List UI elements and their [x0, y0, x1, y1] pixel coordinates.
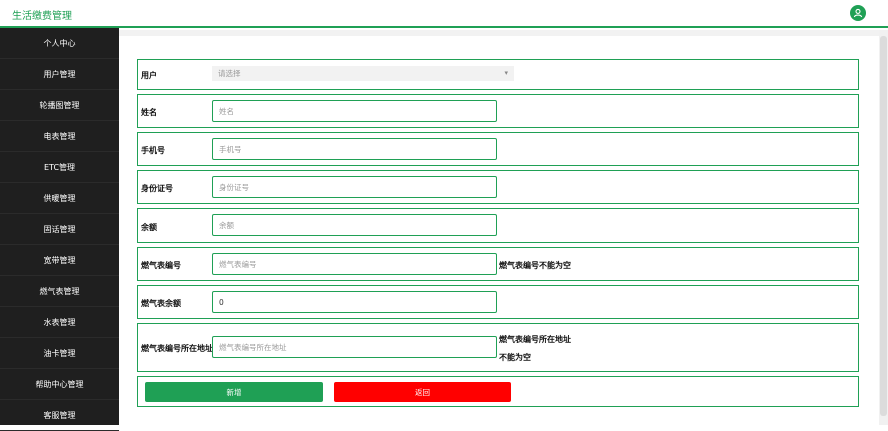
sidebar-item-carousel[interactable]: 轮播图管理 — [0, 90, 119, 121]
user-icon[interactable] — [850, 5, 866, 21]
sidebar-item-water-meter[interactable]: 水表管理 — [0, 307, 119, 338]
form-row-gas-meter-balance: 燃气表余额 — [137, 285, 859, 319]
form-row-gas-meter-address: 燃气表编号所在地址 燃气表编号所在地址 不能为空 — [137, 323, 859, 372]
sidebar-item-customer-service[interactable]: 客服管理 — [0, 400, 119, 431]
idcard-input[interactable] — [212, 176, 497, 198]
sidebar-item-gas-meter[interactable]: 燃气表管理 — [0, 276, 119, 307]
content-top-strip — [119, 30, 879, 36]
sidebar-item-fuel-card[interactable]: 油卡管理 — [0, 338, 119, 369]
idcard-label: 身份证号 — [141, 184, 173, 193]
form-row-phone: 手机号 — [137, 132, 859, 166]
gas-meter-address-label: 燃气表编号所在地址 — [141, 344, 213, 353]
phone-input[interactable] — [212, 138, 497, 160]
form-row-idcard: 身份证号 — [137, 170, 859, 204]
name-label: 姓名 — [141, 108, 157, 117]
sidebar-item-personal-center[interactable]: 个人中心 — [0, 28, 119, 59]
gas-meter-address-error-line2: 不能为空 — [499, 353, 531, 362]
scrollbar-thumb[interactable] — [880, 36, 887, 416]
gas-meter-balance-label: 燃气表余额 — [141, 299, 181, 308]
gas-meter-number-label: 燃气表编号 — [141, 261, 181, 270]
balance-label: 余额 — [141, 223, 157, 232]
form-row-gas-meter-number: 燃气表编号 燃气表编号不能为空 — [137, 247, 859, 281]
sidebar-item-help-center[interactable]: 帮助中心管理 — [0, 369, 119, 400]
gas-meter-number-input[interactable] — [212, 253, 497, 275]
sidebar-item-landline[interactable]: 固话管理 — [0, 214, 119, 245]
gas-meter-address-input[interactable] — [212, 336, 497, 358]
user-select-placeholder: 请选择 — [218, 69, 241, 78]
user-avatar-glyph — [853, 8, 863, 18]
form-row-balance: 余额 — [137, 208, 859, 243]
form-row-actions: 新增 返回 — [137, 376, 859, 407]
app-title: 生活缴费管理 — [12, 11, 72, 22]
user-label: 用户 — [141, 71, 157, 80]
balance-input[interactable] — [212, 214, 497, 236]
back-button[interactable]: 返回 — [334, 382, 511, 402]
name-input[interactable] — [212, 100, 497, 122]
phone-label: 手机号 — [141, 146, 165, 155]
gas-meter-address-error-line1: 燃气表编号所在地址 — [499, 335, 571, 344]
sidebar: 个人中心 用户管理 轮播图管理 电表管理 ETC管理 供暖管理 固话管理 宽带管… — [0, 28, 119, 431]
sidebar-item-heating[interactable]: 供暖管理 — [0, 183, 119, 214]
form-row-name: 姓名 — [137, 94, 859, 128]
gas-meter-number-error: 燃气表编号不能为空 — [499, 261, 571, 270]
sidebar-item-electric-meter[interactable]: 电表管理 — [0, 121, 119, 152]
user-select[interactable]: 请选择 ▾ — [212, 66, 514, 81]
vertical-scrollbar[interactable] — [879, 30, 888, 425]
gas-meter-balance-input[interactable] — [212, 291, 497, 313]
top-header: 生活缴费管理 — [0, 0, 888, 28]
chevron-down-icon: ▾ — [504, 69, 508, 77]
add-button[interactable]: 新增 — [145, 382, 323, 402]
form-row-user: 用户 请选择 ▾ — [137, 59, 859, 90]
sidebar-item-etc[interactable]: ETC管理 — [0, 152, 119, 183]
sidebar-item-users[interactable]: 用户管理 — [0, 59, 119, 90]
sidebar-item-broadband[interactable]: 宽带管理 — [0, 245, 119, 276]
